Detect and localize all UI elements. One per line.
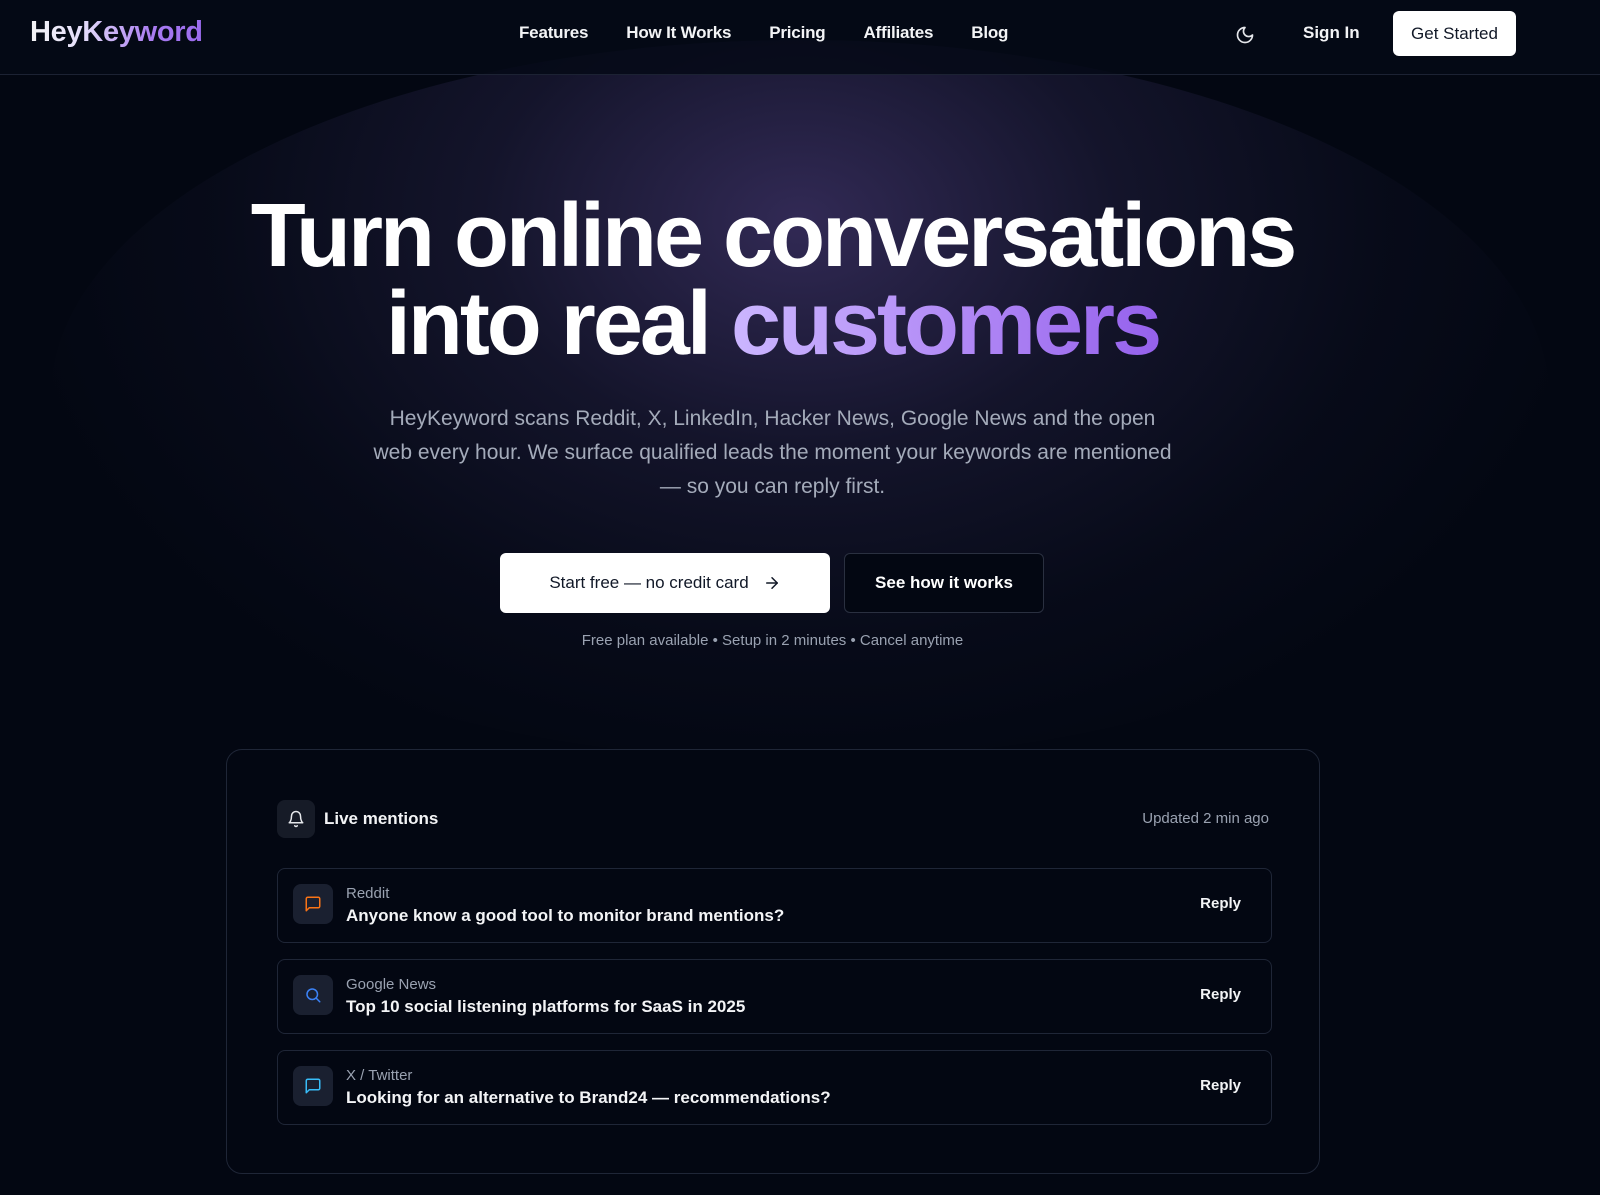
mention-title: Top 10 social listening platforms for Sa… xyxy=(346,997,746,1016)
nav-link-how-it-works[interactable]: How It Works xyxy=(626,23,731,43)
bell-icon xyxy=(288,810,304,828)
mention-title: Anyone know a good tool to monitor brand… xyxy=(346,906,785,925)
mention-source: Reddit xyxy=(346,885,390,902)
mention-icon-container xyxy=(293,975,333,1015)
hero-subtitle: HeyKeyword scans Reddit, X, LinkedIn, Ha… xyxy=(373,407,1172,498)
live-mentions-title: Live mentions xyxy=(324,809,439,828)
mention-title: Looking for an alternative to Brand24 — … xyxy=(346,1088,831,1107)
live-mentions-card: Live mentions Updated 2 min ago Reddit A… xyxy=(226,749,1320,1174)
arrow-right-icon xyxy=(765,577,778,589)
reply-button[interactable]: Reply xyxy=(1200,1077,1241,1094)
see-how-it-works-button[interactable]: See how it works xyxy=(844,553,1044,613)
hero-title-plain: into real xyxy=(385,274,712,374)
mention-source: Google News xyxy=(346,976,437,993)
start-free-button[interactable]: Start free — no credit card xyxy=(500,553,830,613)
message-square-icon xyxy=(305,896,321,912)
top-navbar: HeyKeyword Features How It Works Pricing… xyxy=(0,0,1600,75)
logo[interactable]: HeyKeyword xyxy=(30,16,203,49)
mention-row[interactable]: X / Twitter Looking for an alternative t… xyxy=(277,1050,1272,1125)
nav-link-blog[interactable]: Blog xyxy=(971,23,1008,43)
message-square-icon xyxy=(305,1078,321,1094)
reply-button[interactable]: Reply xyxy=(1200,986,1241,1003)
nav-link-affiliates[interactable]: Affiliates xyxy=(863,23,933,43)
hero-fineprint: Free plan available • Setup in 2 minutes… xyxy=(581,632,964,649)
theme-toggle-button[interactable] xyxy=(1230,20,1260,50)
moon-icon xyxy=(1236,26,1254,44)
mention-row[interactable]: Reddit Anyone know a good tool to monito… xyxy=(277,868,1272,943)
nav-link-pricing[interactable]: Pricing xyxy=(769,23,825,43)
mention-source: X / Twitter xyxy=(346,1067,413,1084)
nav-link-features[interactable]: Features xyxy=(519,23,588,43)
bell-icon-container xyxy=(277,800,315,838)
hero-title-accent: customers xyxy=(730,274,1162,374)
mention-row[interactable]: Google News Top 10 social listening plat… xyxy=(277,959,1272,1034)
nav-links: Features How It Works Pricing Affiliates… xyxy=(519,23,1008,43)
hero-title-line-2: into real customers xyxy=(0,279,1545,369)
hero-title: Turn online conversations into real cust… xyxy=(0,186,1545,369)
sign-in-link[interactable]: Sign In xyxy=(1303,23,1360,43)
updated-timestamp: Updated 2 min ago xyxy=(1142,810,1269,827)
hero-title-line-1: Turn online conversations xyxy=(250,186,1298,286)
mention-icon-container xyxy=(293,1066,333,1106)
hero-glow xyxy=(50,40,1550,760)
reply-button[interactable]: Reply xyxy=(1200,895,1241,912)
mention-icon-container xyxy=(293,884,333,924)
get-started-button[interactable]: Get Started xyxy=(1393,11,1516,56)
start-free-label: Start free — no credit card xyxy=(549,573,749,592)
search-icon xyxy=(306,988,321,1003)
